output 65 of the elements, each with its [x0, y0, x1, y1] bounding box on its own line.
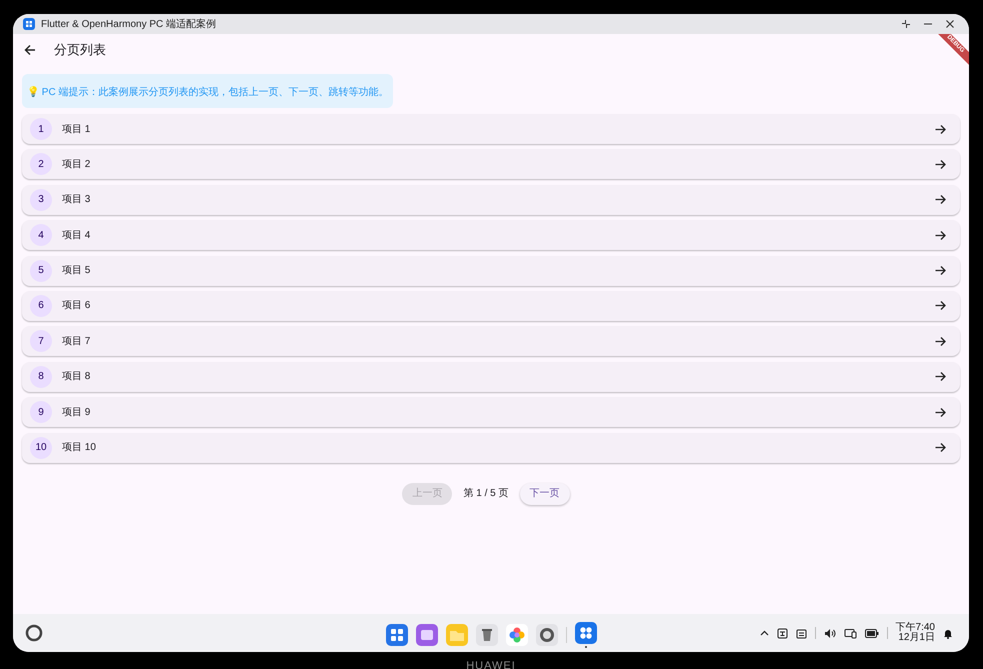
- item-number: 2: [30, 153, 52, 176]
- window-title: Flutter & OpenHarmony PC 端适配案例: [41, 18, 216, 32]
- page-title: 分页列表: [54, 41, 106, 60]
- item-label: 项目 5: [62, 264, 90, 278]
- brand-text: HUAWEI: [466, 660, 516, 669]
- item-number: 4: [30, 224, 52, 246]
- list-item[interactable]: 7 项目 7: [22, 326, 960, 356]
- item-label: 项目 9: [62, 406, 90, 420]
- arrow-right-icon: [935, 124, 946, 134]
- list-item[interactable]: 1 项目 1: [22, 114, 960, 144]
- windows-icon[interactable]: [416, 624, 438, 646]
- item-number: 8: [30, 366, 52, 388]
- list-item[interactable]: 10 项目 10: [22, 432, 960, 463]
- item-label: 项目 6: [62, 299, 90, 314]
- close-icon[interactable]: [945, 19, 955, 29]
- app-grid-icon[interactable]: [386, 624, 408, 646]
- monitor-icon[interactable]: [844, 628, 857, 638]
- list-item[interactable]: 5 项目 5: [22, 256, 960, 286]
- item-number: 5: [30, 260, 52, 282]
- tip-text: 💡 PC 端提示：此案例展示分页列表的实现，包括上一页、下一页、跳转等功能。: [27, 87, 388, 98]
- restore-icon[interactable]: [901, 19, 911, 29]
- arrow-right-icon: [935, 406, 946, 418]
- item-number: 1: [30, 118, 52, 140]
- settings-icon[interactable]: [536, 624, 558, 646]
- list-item[interactable]: 4 项目 4: [22, 220, 960, 250]
- arrow-right-icon: [935, 194, 946, 206]
- trash-icon[interactable]: [476, 624, 498, 646]
- list-item[interactable]: 6 项目 6: [22, 290, 960, 321]
- page-indicator: 第 1 / 5 页: [462, 487, 510, 502]
- list-item[interactable]: 3 项目 3: [22, 184, 960, 215]
- back-arrow-icon[interactable]: [24, 44, 36, 56]
- item-label: 项目 2: [62, 158, 90, 172]
- bell-icon[interactable]: [943, 628, 953, 638]
- app-icon: [23, 18, 35, 30]
- item-number: 10: [30, 436, 52, 459]
- item-label: 项目 10: [62, 441, 96, 456]
- item-label: 项目 3: [62, 193, 90, 208]
- arrow-right-icon: [935, 158, 946, 170]
- arrow-right-icon: [935, 265, 946, 276]
- arrow-right-icon: [935, 371, 946, 382]
- time-text: 下午7:40: [896, 623, 935, 633]
- arrow-right-icon: [935, 336, 946, 347]
- list-item[interactable]: 2 项目 2: [22, 149, 960, 180]
- item-number: 9: [30, 401, 52, 424]
- app-grid-icon[interactable]: [575, 622, 597, 648]
- battery-icon: [864, 628, 879, 638]
- speaker-icon[interactable]: [824, 628, 836, 638]
- item-number: 7: [30, 330, 52, 352]
- start-icon[interactable]: [25, 624, 43, 642]
- item-number: 6: [30, 294, 52, 317]
- date-text: 12月1日: [898, 633, 935, 643]
- arrow-right-icon: [935, 230, 946, 241]
- item-number: 3: [30, 188, 52, 211]
- list-item[interactable]: 8 项目 8: [22, 362, 960, 392]
- flower-icon[interactable]: [506, 624, 528, 646]
- list-item[interactable]: 9 项目 9: [22, 397, 960, 428]
- item-label: 项目 8: [62, 370, 90, 384]
- item-label: 项目 7: [62, 334, 90, 349]
- arrow-right-icon: [935, 442, 946, 454]
- next-page-button[interactable]: 下一页: [520, 482, 570, 505]
- item-label: 项目 1: [62, 122, 90, 136]
- chevron-up-icon[interactable]: [760, 628, 769, 638]
- clock[interactable]: 下午7:40 12月1日: [896, 623, 935, 643]
- arrow-right-icon: [935, 300, 946, 312]
- item-label: 项目 4: [62, 228, 90, 243]
